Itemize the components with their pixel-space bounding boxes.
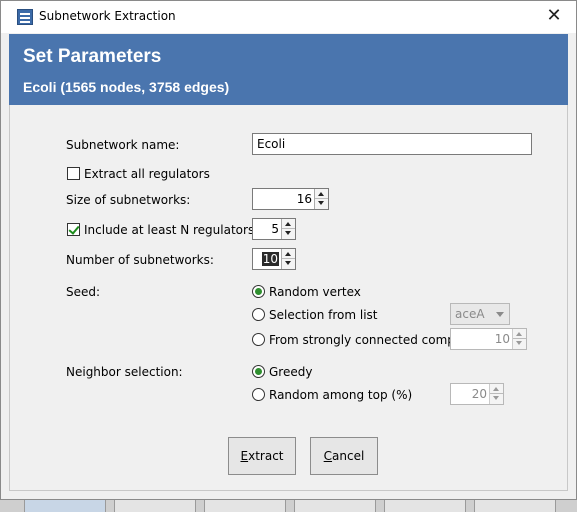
seed-list-value: aceA [455, 307, 485, 321]
neighbor-selection-label: Neighbor selection: [66, 365, 183, 379]
neighbor-greedy-label: Greedy [269, 365, 313, 379]
neighbor-top-spinner[interactable]: 20 [450, 383, 504, 405]
seed-selection-list-radio[interactable] [252, 308, 265, 321]
include-n-decrement-button[interactable] [282, 229, 295, 239]
size-value: 16 [296, 192, 312, 206]
size-decrement-button[interactable] [315, 199, 328, 209]
toolbar-item[interactable] [24, 500, 106, 512]
include-n-checkbox[interactable] [67, 223, 80, 236]
seed-scc-radio[interactable] [252, 333, 265, 346]
neighbor-top-decrement-button[interactable] [490, 394, 503, 404]
app-icon [17, 9, 33, 25]
window-title: Subnetwork Extraction [39, 9, 176, 23]
subnetwork-name-label: Subnetwork name: [66, 138, 180, 152]
subnetwork-extraction-dialog: Subnetwork Extraction ✕ Set Parameters E… [0, 0, 577, 500]
extract-button[interactable]: Extract [228, 437, 296, 475]
toolbar-item[interactable] [294, 500, 376, 512]
toolbar-item[interactable] [474, 500, 556, 512]
neighbor-random-top-radio[interactable] [252, 388, 265, 401]
toolbar-item[interactable] [114, 500, 196, 512]
seed-random-vertex-label: Random vertex [269, 285, 361, 299]
seed-scc-spinner[interactable]: 10 [450, 328, 527, 350]
neighbor-greedy-radio[interactable] [252, 365, 265, 378]
num-subnetworks-spinner[interactable]: 10 [252, 248, 296, 270]
num-subnetworks-decrement-button[interactable] [282, 259, 295, 269]
cancel-button[interactable]: Cancel [310, 437, 378, 475]
header-banner: Set Parameters Ecoli (1565 nodes, 3758 e… [9, 34, 568, 105]
seed-scc-increment-button[interactable] [513, 329, 526, 339]
include-n-spinner[interactable]: 5 [252, 218, 296, 240]
seed-random-vertex-radio[interactable] [252, 285, 265, 298]
seed-selection-list-label: Selection from list [269, 308, 378, 322]
include-n-value: 5 [271, 222, 279, 236]
seed-list-select[interactable]: aceA [450, 303, 510, 325]
background-toolbar [0, 500, 577, 512]
seed-scc-label: From strongly connected comp. [269, 333, 459, 347]
num-subnetworks-increment-button[interactable] [282, 249, 295, 259]
size-label: Size of subnetworks: [66, 193, 191, 207]
banner-title: Set Parameters [23, 46, 162, 67]
extract-all-checkbox[interactable] [67, 167, 80, 180]
neighbor-random-top-label: Random among top (%) [269, 388, 413, 402]
banner-subtitle: Ecoli (1565 nodes, 3758 edges) [23, 79, 230, 95]
toolbar-item[interactable] [204, 500, 286, 512]
include-n-increment-button[interactable] [282, 219, 295, 229]
seed-scc-decrement-button[interactable] [513, 339, 526, 349]
neighbor-top-increment-button[interactable] [490, 384, 503, 394]
include-n-label: Include at least N regulators [84, 223, 255, 237]
extract-all-label: Extract all regulators [84, 167, 210, 181]
num-subnetworks-value: 10 [261, 252, 279, 266]
seed-label: Seed: [66, 285, 101, 299]
neighbor-top-value: 20 [471, 387, 487, 401]
num-subnetworks-label: Number of subnetworks: [66, 253, 214, 267]
seed-scc-value: 10 [494, 332, 510, 346]
size-spinner[interactable]: 16 [252, 188, 329, 210]
close-icon[interactable]: ✕ [542, 6, 566, 28]
toolbar-item[interactable] [384, 500, 466, 512]
parameters-panel: Subnetwork name: Ecoli Extract all regul… [9, 105, 568, 491]
title-bar: Subnetwork Extraction ✕ [1, 1, 576, 33]
subnetwork-name-input[interactable]: Ecoli [252, 133, 532, 155]
size-increment-button[interactable] [315, 189, 328, 199]
chevron-down-icon [496, 312, 504, 317]
